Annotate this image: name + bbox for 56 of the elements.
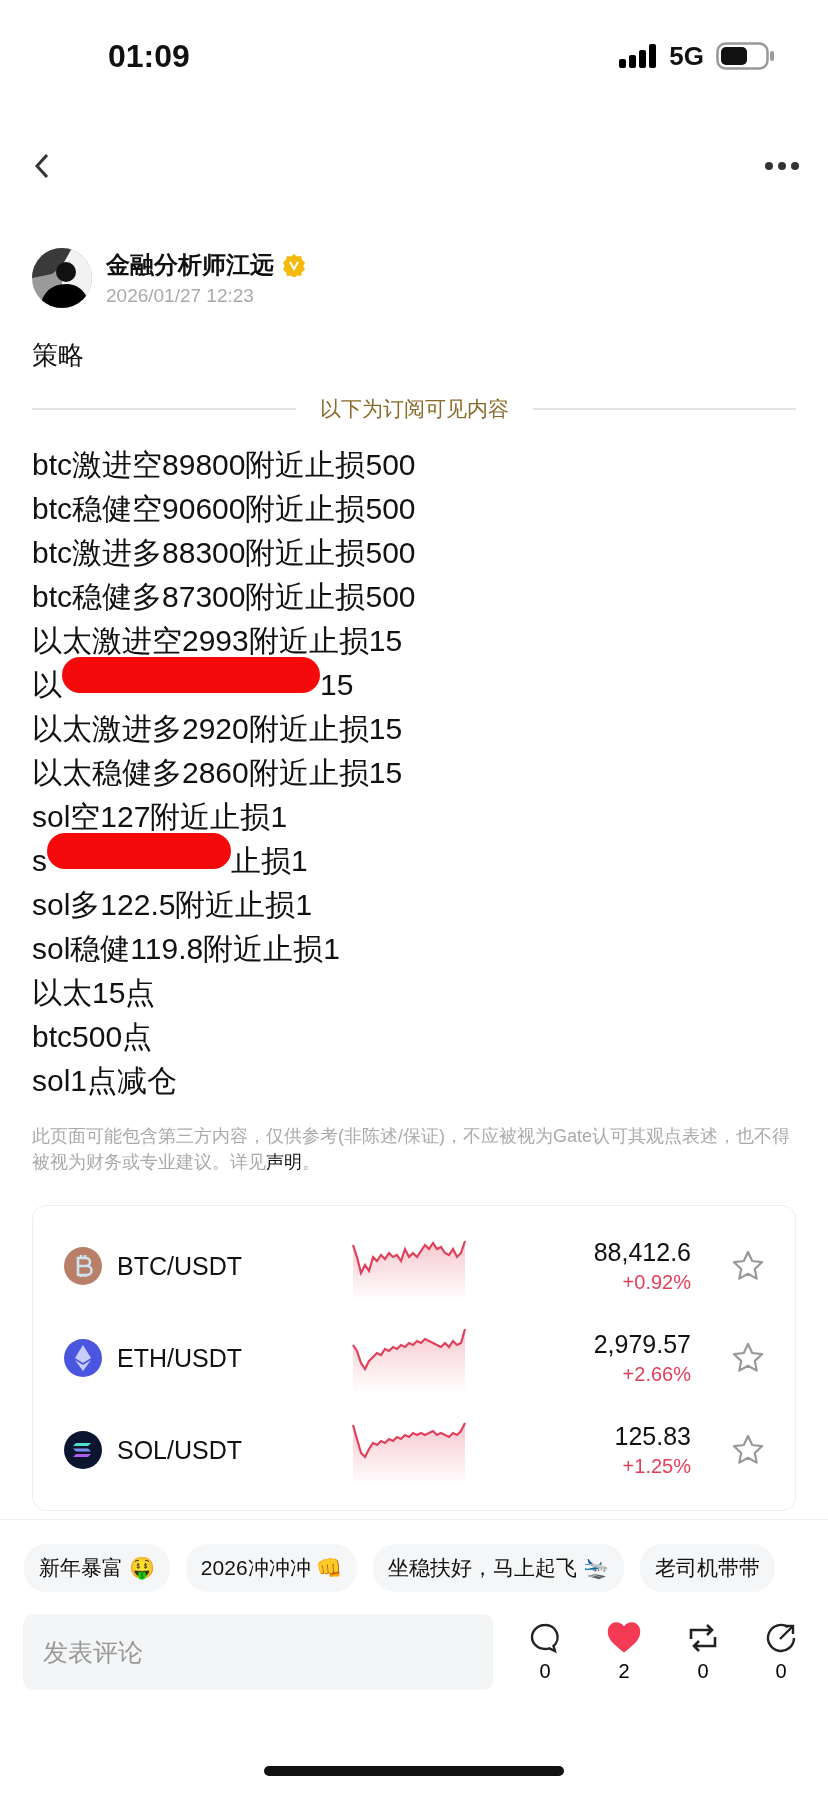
post-line-fragment: 以: [32, 667, 62, 703]
share-icon: [765, 1621, 797, 1654]
heart-icon: [607, 1621, 641, 1654]
post-line-fragment: s: [32, 843, 47, 879]
post-line: sol多122.5附近止损1: [32, 887, 314, 923]
disclaimer-text: 此页面可能包含第三方内容，仅供参考(非陈述/保证)，不应被视为Gate认可其观点表述，也不得被视为财务或专业建议。详见声明。: [31, 1125, 791, 1174]
post-line-fragment: 止损1: [231, 843, 308, 879]
signal-icon: [619, 44, 658, 68]
price: 125.83: [613, 1422, 691, 1451]
subscriber-divider-label: 以下为订阅可见内容: [319, 396, 509, 422]
pair-name[interactable]: ETH/USDT: [117, 1343, 337, 1373]
post-line: 以太激进空2993附近止损15: [32, 623, 404, 659]
star-icon[interactable]: [731, 1249, 765, 1283]
post-line: 以太15点: [32, 975, 157, 1011]
price: 2,979.57: [592, 1330, 691, 1359]
topic-chip[interactable]: 老司机带带: [640, 1544, 776, 1592]
pair-name[interactable]: BTC/USDT: [117, 1251, 337, 1281]
post-line: btc激进空89800附近止损500: [32, 447, 417, 483]
post-title: 策略: [31, 339, 85, 372]
battery-icon: [716, 42, 776, 70]
solana-icon: [63, 1430, 103, 1470]
price-change: +2.66%: [621, 1363, 691, 1386]
comment-input[interactable]: 发表评论: [23, 1614, 493, 1690]
share-button[interactable]: 0: [765, 1621, 797, 1683]
ethereum-icon: [63, 1338, 103, 1378]
more-icon[interactable]: [764, 161, 800, 171]
statement-link[interactable]: 声明: [266, 1152, 302, 1172]
like-button[interactable]: 2: [607, 1621, 641, 1683]
post-line: sol稳健119.8附近止损1: [32, 931, 341, 967]
topic-chip[interactable]: 2026冲冲冲 👊: [185, 1544, 358, 1592]
post-line: btc激进多88300附近止损500: [32, 535, 417, 571]
topic-chip[interactable]: 坐稳扶好，马上起飞 🛬: [373, 1544, 625, 1592]
repost-icon: [687, 1621, 719, 1654]
post-line: sol1点减仓: [32, 1063, 179, 1099]
topic-chip[interactable]: 新年暴富 🤑: [24, 1544, 170, 1592]
post-line: sol空127附近止损1: [32, 799, 289, 835]
network-label: 5G: [669, 40, 704, 72]
price: 88,412.6: [592, 1238, 691, 1267]
price-change: +1.25%: [621, 1455, 691, 1478]
pair-name[interactable]: SOL/USDT: [117, 1435, 337, 1465]
post-line-fragment: 15: [320, 667, 354, 703]
post-line: 以太稳健多2860附近止损15: [32, 755, 404, 791]
star-icon[interactable]: [731, 1433, 765, 1467]
star-icon[interactable]: [731, 1341, 765, 1375]
comment-icon: [529, 1621, 561, 1654]
post-line: btc500点: [32, 1019, 154, 1055]
post-time: 2026/01/27 12:23: [106, 285, 255, 307]
post-line: btc稳健多87300附近止损500: [32, 579, 417, 615]
author-name[interactable]: 金融分析师江远: [106, 249, 274, 281]
repost-button[interactable]: 0: [687, 1621, 719, 1683]
price-change: +0.92%: [621, 1271, 691, 1294]
bitcoin-icon: [63, 1246, 103, 1286]
comment-button[interactable]: 0: [529, 1621, 561, 1683]
post-line: btc稳健空90600附近止损500: [32, 491, 417, 527]
status-time: 01:09: [108, 37, 190, 75]
post-line: 以太激进多2920附近止损15: [32, 711, 404, 747]
